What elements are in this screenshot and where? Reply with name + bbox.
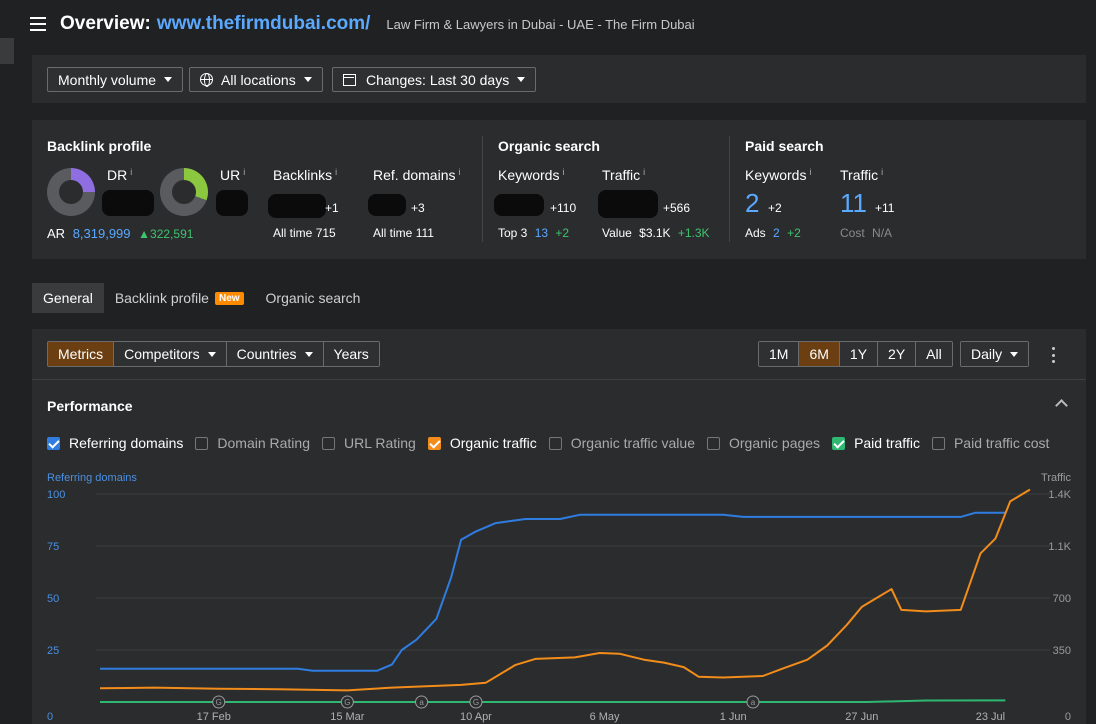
- paid-search-title: Paid search: [745, 138, 824, 154]
- locations-dropdown-label: All locations: [221, 71, 296, 88]
- redacted-dr-value: [102, 190, 154, 216]
- page-header: Overview: www.thefirmdubai.com/ Law Firm…: [30, 10, 695, 38]
- right-tick-label: 1.1K: [1048, 541, 1071, 553]
- cost-stat: Cost N/A: [840, 226, 893, 240]
- globe-icon: [200, 73, 213, 87]
- tab-backlink-profile[interactable]: Backlink profile New: [104, 283, 255, 313]
- redacted-backlinks-value: [268, 194, 326, 218]
- paid-keywords-label[interactable]: Keywords i: [745, 167, 811, 183]
- series-line-paid-traffic: [100, 699, 1006, 703]
- right-tick-label: 700: [1053, 593, 1071, 605]
- organic-search-title: Organic search: [498, 138, 600, 154]
- organic-keywords-label[interactable]: Keywords i: [498, 167, 564, 183]
- locations-dropdown[interactable]: All locations: [189, 67, 323, 92]
- info-icon: i: [243, 167, 246, 177]
- left-tick-label: 25: [47, 645, 59, 657]
- refdomains-change: +3: [411, 201, 425, 215]
- ar-stat: AR 8,319,999 ▲322,591: [47, 226, 194, 241]
- right-tick-label: 1.4K: [1048, 489, 1071, 501]
- left-tick-label: 50: [47, 593, 59, 605]
- info-icon: i: [458, 167, 461, 177]
- chevron-down-icon: [164, 77, 173, 82]
- volume-dropdown[interactable]: Monthly volume: [47, 67, 184, 92]
- info-icon: i: [643, 167, 646, 177]
- left-axis-label: Referring domains: [47, 472, 137, 484]
- chevron-down-icon: [517, 77, 526, 82]
- series-line-organic-traffic: [99, 488, 1031, 692]
- info-icon: i: [562, 167, 565, 177]
- refdomains-label[interactable]: Ref. domains i: [373, 167, 460, 183]
- info-icon: i: [881, 167, 884, 177]
- annotation-label: G: [216, 698, 222, 707]
- performance-chart[interactable]: Referring domains Traffic 0 25 50 75 100 0 350 70…: [32, 329, 1086, 724]
- paid-traffic-label[interactable]: Traffic i: [840, 167, 883, 183]
- backlinks-label[interactable]: Backlinks i: [273, 167, 337, 183]
- left-tick-label: 100: [47, 489, 65, 501]
- x-tick-label: 1 Jun: [720, 711, 747, 723]
- filter-bar: Monthly volume All locations Changes: La…: [32, 55, 1086, 103]
- paid-traffic-value[interactable]: 11: [840, 188, 867, 219]
- backlinks-alltime: All time 715: [273, 226, 336, 240]
- annotation-label: a: [419, 698, 424, 707]
- tab-general[interactable]: General: [32, 283, 104, 313]
- organic-traffic-change: +566: [663, 201, 691, 215]
- annotation-label: a: [751, 698, 756, 707]
- changes-dropdown[interactable]: Changes: Last 30 days: [332, 67, 537, 92]
- series-line-referring-domains: [100, 511, 1006, 672]
- x-tick-label: 15 Mar: [330, 711, 365, 723]
- organic-keywords-change: +110: [550, 201, 577, 215]
- target-url-link[interactable]: www.thefirmdubai.com/: [157, 13, 371, 35]
- x-tick-label: 6 May: [590, 711, 620, 723]
- organic-traffic-label[interactable]: Traffic i: [602, 167, 645, 183]
- info-icon: i: [130, 167, 133, 177]
- stats-panel: Backlink profile DR i UR i AR 8,319,999 ▲3…: [32, 120, 1086, 259]
- page-title: Overview:: [60, 13, 151, 34]
- chevron-down-icon: [303, 77, 312, 82]
- x-tick-label: 10 Apr: [460, 711, 492, 723]
- top3-stat: Top 3 13 +2: [498, 226, 570, 240]
- changes-dropdown-label: Changes: Last 30 days: [366, 71, 510, 88]
- refdomains-alltime: All time 111: [373, 226, 434, 240]
- dr-label[interactable]: DR i: [107, 167, 132, 183]
- performance-panel: Metrics Competitors Countries Years 1M 6…: [32, 329, 1086, 724]
- redacted-organic-traffic: [598, 190, 658, 218]
- divider: [482, 136, 483, 242]
- info-icon: i: [335, 167, 338, 177]
- dr-donut-chart: [47, 168, 95, 216]
- tab-organic-search[interactable]: Organic search: [255, 283, 372, 313]
- ads-stat: Ads 2 +2: [745, 226, 801, 240]
- redacted-refdomains-value: [368, 194, 406, 216]
- ur-label[interactable]: UR i: [220, 167, 245, 183]
- backlink-profile-title: Backlink profile: [47, 138, 152, 154]
- paid-keywords-value[interactable]: 2: [745, 188, 759, 219]
- new-badge: New: [214, 291, 244, 305]
- right-tick-label: 0: [1065, 711, 1071, 723]
- sidebar-edge[interactable]: [0, 38, 14, 64]
- left-tick-label: 75: [47, 541, 59, 553]
- divider: [729, 136, 730, 242]
- backlinks-change: +1: [325, 201, 339, 215]
- right-tick-label: 350: [1053, 645, 1071, 657]
- x-tick-label: 27 Jun: [845, 711, 878, 723]
- volume-dropdown-label: Monthly volume: [58, 71, 157, 88]
- menu-icon[interactable]: [30, 17, 46, 31]
- x-tick-label: 23 Jul: [976, 711, 1005, 723]
- tab-bar: General Backlink profile New Organic sear…: [32, 283, 371, 313]
- left-tick-label: 0: [47, 711, 53, 723]
- annotation-label: G: [473, 698, 479, 707]
- page-description: Law Firm & Lawyers in Dubai - UAE - The …: [386, 16, 695, 32]
- info-icon: i: [809, 167, 812, 177]
- redacted-organic-keywords: [494, 194, 544, 216]
- calendar-icon: [343, 73, 356, 86]
- traffic-value-stat: Value $3.1K +1.3K: [602, 226, 710, 240]
- annotation-label: G: [344, 698, 350, 707]
- right-axis-label: Traffic: [1041, 472, 1071, 484]
- paid-traffic-change: +11: [875, 201, 895, 215]
- redacted-ur-value: [216, 190, 248, 216]
- ur-donut-chart: [160, 168, 208, 216]
- x-tick-label: 17 Feb: [197, 711, 231, 723]
- paid-keywords-change: +2: [768, 201, 782, 215]
